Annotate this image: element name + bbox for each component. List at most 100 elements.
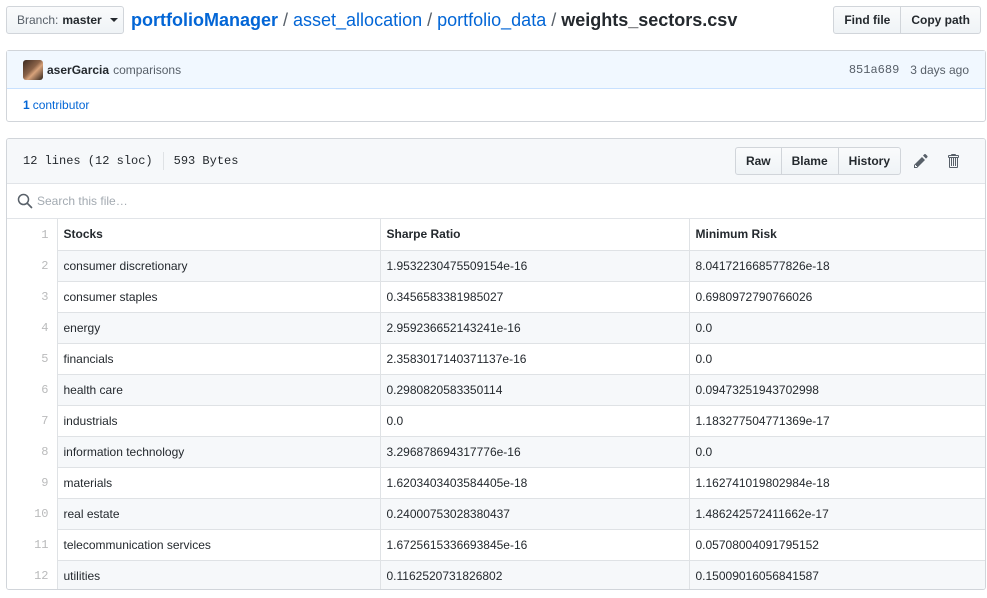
contributor-count: 1 [23, 98, 30, 112]
breadcrumb-separator: / [427, 10, 433, 30]
stock-cell: consumer staples [56, 280, 381, 313]
minimum-risk-cell: Minimum Risk [688, 219, 985, 251]
branch-name: master [62, 13, 102, 27]
line-number[interactable]: 5 [7, 343, 58, 374]
line-number[interactable]: 3 [7, 281, 58, 312]
line-number[interactable]: 11 [7, 529, 58, 560]
branch-prefix: Branch: [17, 13, 59, 27]
sharpe-ratio-cell: 0.24000753028380437 [379, 497, 690, 530]
contributors-link[interactable]: 1 contributor [7, 89, 985, 121]
table-row: 2 consumer discretionary 1.953223047550915… [7, 249, 985, 282]
trash-icon [948, 154, 959, 168]
stock-cell: health care [56, 373, 381, 406]
breadcrumb-separator: / [551, 10, 557, 30]
minimum-risk-cell: 1.183277504771369e-17 [688, 404, 985, 437]
table-row: 12 utilities 0.1162520731826802 0.150090160… [7, 559, 985, 589]
table-row: 11 telecommunication services 1.6725615336… [7, 528, 985, 561]
breadcrumb-separator: / [283, 10, 289, 30]
commit-message-link[interactable]: comparisons [113, 63, 181, 77]
breadcrumb-path-portfolio-data[interactable]: portfolio_data [437, 10, 546, 30]
file-viewer: 12 lines (12 sloc) 593 Bytes Raw Blame H… [6, 138, 986, 590]
sharpe-ratio-cell: 1.6725615336693845e-16 [379, 528, 690, 561]
table-row: 8 information technology 3.296878694317776… [7, 435, 985, 468]
line-number[interactable]: 4 [7, 312, 58, 343]
file-size: 593 Bytes [173, 154, 239, 168]
caret-down-icon [109, 18, 118, 22]
branch-select-button[interactable]: Branch: master [6, 6, 124, 34]
raw-button[interactable]: Raw [734, 147, 782, 175]
line-number[interactable]: 8 [7, 436, 58, 467]
sharpe-ratio-cell: 1.6203403403584405e-18 [379, 466, 690, 499]
file-search [7, 184, 985, 219]
sharpe-ratio-cell: 3.296878694317776e-16 [379, 435, 690, 468]
file-actions: Raw Blame History [734, 147, 969, 175]
blame-button[interactable]: Blame [781, 147, 839, 175]
stock-cell: industrials [56, 404, 381, 437]
stock-cell: information technology [56, 435, 381, 468]
commit-author-link[interactable]: aserGarcia [47, 63, 109, 77]
table-row: 6 health care 0.2980820583350114 0.09473251… [7, 373, 985, 406]
minimum-risk-cell: 0.05708004091795152 [688, 528, 985, 561]
minimum-risk-cell: 0.0 [688, 342, 985, 375]
line-number[interactable]: 10 [7, 498, 58, 529]
table-header-row: 1 Stocks Sharpe Ratio Minimum Risk [7, 219, 985, 251]
stock-cell: financials [56, 342, 381, 375]
stock-cell: Stocks [56, 219, 381, 251]
table-row: 4 energy 2.959236652143241e-16 0.0 [7, 311, 985, 344]
commit-meta: 851a689 3 days ago [849, 63, 969, 77]
sharpe-ratio-cell: 0.2980820583350114 [379, 373, 690, 406]
minimum-risk-cell: 1.486242572411662e-17 [688, 497, 985, 530]
csv-table-body: 1 Stocks Sharpe Ratio Minimum Risk 2 consumer… [7, 219, 985, 589]
file-line-count: 12 lines (12 sloc) [23, 154, 153, 168]
sharpe-ratio-cell: 1.9532230475509154e-16 [379, 249, 690, 282]
stock-cell: materials [56, 466, 381, 499]
table-row: 9 materials 1.6203403403584405e-18 1.162741… [7, 466, 985, 499]
sharpe-ratio-cell: 0.1162520731826802 [379, 559, 690, 589]
file-info-divider [162, 152, 164, 170]
line-number[interactable]: 1 [7, 219, 58, 250]
table-row: 10 real estate 0.24000753028380437 1.486242… [7, 497, 985, 530]
pencil-icon [914, 154, 928, 168]
minimum-risk-cell: 0.0 [688, 435, 985, 468]
copy-path-button[interactable]: Copy path [901, 6, 981, 34]
line-number[interactable]: 6 [7, 374, 58, 405]
stock-cell: utilities [56, 559, 381, 589]
avatar[interactable] [23, 59, 43, 80]
history-button[interactable]: History [838, 147, 901, 175]
minimum-risk-cell: 0.6980972790766026 [688, 280, 985, 313]
breadcrumb-path-asset-allocation[interactable]: asset_allocation [293, 10, 422, 30]
table-row: 5 financials 2.3583017140371137e-16 0.0 [7, 342, 985, 375]
commit-sha-link[interactable]: 851a689 [849, 63, 899, 77]
stock-cell: energy [56, 311, 381, 344]
breadcrumb-repo-link[interactable]: portfolioManager [131, 10, 278, 30]
minimum-risk-cell: 0.0 [688, 311, 985, 344]
minimum-risk-cell: 1.162741019802984e-18 [688, 466, 985, 499]
file-action-button-group: Raw Blame History [734, 147, 901, 175]
find-file-button[interactable]: Find file [833, 6, 902, 34]
sharpe-ratio-cell: 0.0 [379, 404, 690, 437]
file-navigation: Branch: master portfolioManager / asset_al… [6, 6, 987, 34]
breadcrumb: portfolioManager / asset_allocation / portfo… [131, 9, 737, 31]
search-file-input[interactable] [37, 194, 437, 208]
line-number[interactable]: 2 [7, 250, 58, 281]
file-header: 12 lines (12 sloc) 593 Bytes Raw Blame H… [7, 139, 985, 184]
edit-file-button[interactable] [905, 147, 937, 175]
minimum-risk-cell: 0.15009016056841587 [688, 559, 985, 589]
line-number[interactable]: 7 [7, 405, 58, 436]
sharpe-ratio-cell: 2.3583017140371137e-16 [379, 342, 690, 375]
sharpe-ratio-cell: Sharpe Ratio [379, 219, 690, 251]
stock-cell: consumer discretionary [56, 249, 381, 282]
minimum-risk-cell: 0.09473251943702998 [688, 373, 985, 406]
delete-file-button[interactable] [937, 147, 969, 175]
search-icon [17, 193, 33, 209]
stock-cell: telecommunication services [56, 528, 381, 561]
line-number[interactable]: 12 [7, 560, 58, 589]
breadcrumb-current-file: weights_sectors.csv [561, 10, 738, 30]
stock-cell: real estate [56, 497, 381, 530]
line-number[interactable]: 9 [7, 467, 58, 498]
table-row: 7 industrials 0.0 1.183277504771369e-17 [7, 404, 985, 437]
commit-tease: aserGarcia comparisons 851a689 3 days ag… [6, 50, 986, 122]
file-nav-button-group: Find file Copy path [833, 6, 981, 34]
table-row: 3 consumer staples 0.3456583381985027 0.698… [7, 280, 985, 313]
contributor-label: contributor [32, 98, 90, 112]
